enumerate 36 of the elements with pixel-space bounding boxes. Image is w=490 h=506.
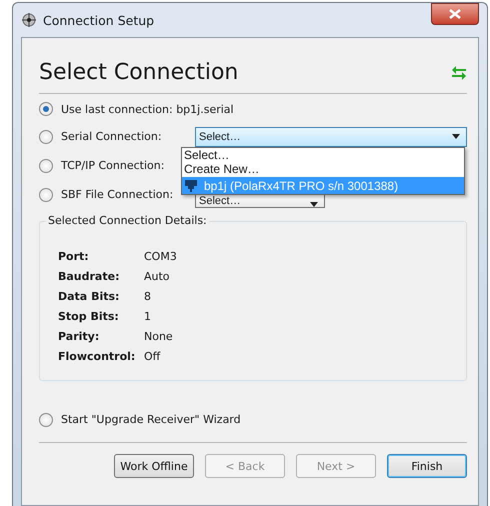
detail-value: 1 — [144, 310, 151, 322]
close-button[interactable] — [431, 3, 479, 25]
dropdown-option[interactable]: Select… — [182, 148, 464, 162]
detail-label: Port: — [58, 250, 90, 262]
radio-button[interactable] — [39, 158, 53, 172]
detail-value: 8 — [144, 290, 151, 302]
detail-value: COM3 — [144, 250, 177, 262]
radio-label: Use last connection: bp1j.serial — [61, 102, 234, 116]
radio-label: Serial Connection: — [61, 130, 163, 143]
radio-label: SBF File Connection: — [61, 188, 174, 201]
radio-button[interactable] — [39, 102, 53, 116]
compass-icon — [21, 12, 37, 28]
detail-label: Flowcontrol: — [58, 350, 136, 362]
close-icon — [449, 9, 461, 19]
detail-label: Parity: — [58, 330, 100, 342]
radio-label: TCP/IP Connection: — [61, 159, 164, 172]
window-title: Connection Setup — [43, 12, 156, 28]
radio-button[interactable] — [39, 412, 53, 426]
radio-label: Start "Upgrade Receiver" Wizard — [61, 413, 241, 426]
detail-value: Auto — [144, 270, 170, 282]
dropdown-option[interactable]: Create New… — [182, 162, 464, 176]
caret-icon — [452, 134, 460, 139]
detail-label: Data Bits: — [58, 290, 120, 302]
detail-value: None — [144, 330, 173, 342]
group-title: Selected Connection Details: — [46, 214, 209, 227]
radio-button[interactable] — [39, 188, 53, 202]
detail-label: Stop Bits: — [58, 310, 120, 322]
detail-value: Off — [144, 350, 160, 362]
dialog-button[interactable]: Work Offline — [114, 454, 194, 478]
caret-icon — [310, 202, 318, 207]
radio-button[interactable] — [39, 130, 53, 144]
page-heading: Select Connection — [39, 60, 238, 85]
swap-arrows-icon — [451, 64, 467, 80]
dropdown[interactable]: Select… — [195, 126, 467, 146]
dialog-button[interactable]: Finish — [387, 454, 467, 478]
detail-label: Baudrate: — [58, 270, 120, 282]
